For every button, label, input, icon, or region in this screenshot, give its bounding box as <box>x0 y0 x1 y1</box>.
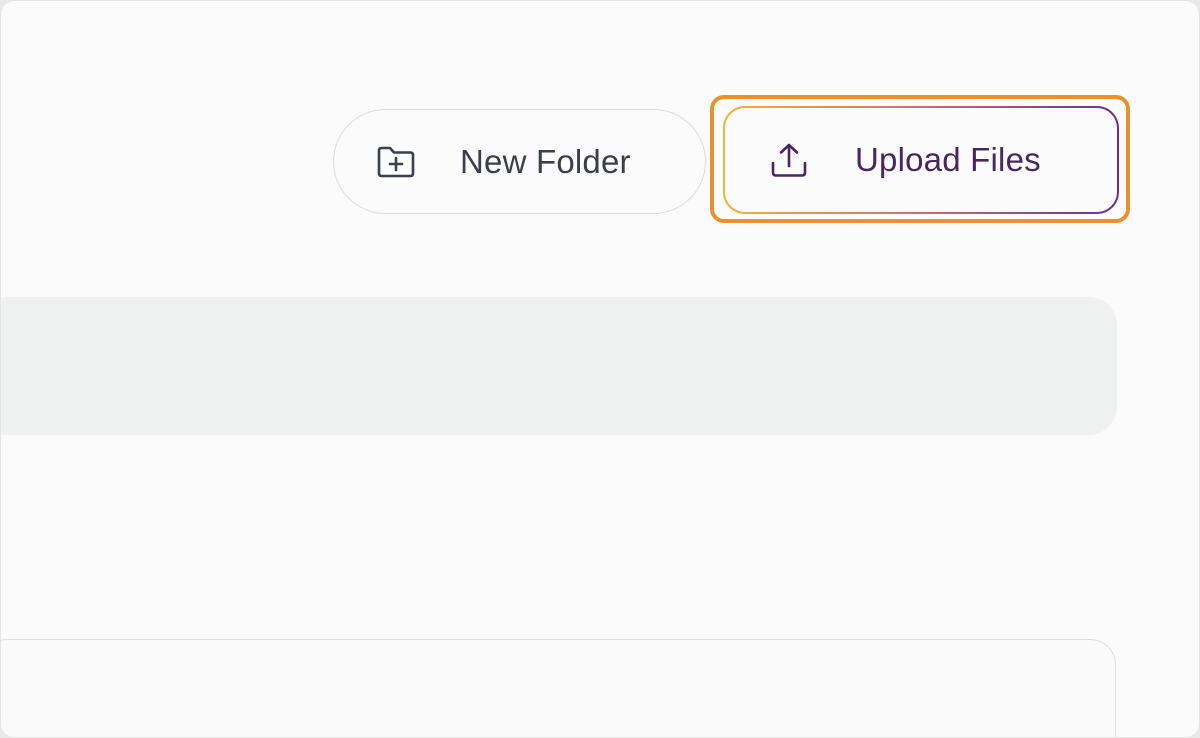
app-window: New Folder Upload Files <box>0 0 1200 738</box>
new-folder-button[interactable]: New Folder <box>333 109 706 214</box>
folder-plus-icon <box>376 145 416 179</box>
file-list-panel <box>1 639 1116 737</box>
upload-icon <box>769 141 809 179</box>
upload-files-label: Upload Files <box>855 141 1041 178</box>
upload-files-button[interactable]: Upload Files <box>723 106 1119 214</box>
new-folder-label: New Folder <box>460 142 631 180</box>
search-bar[interactable] <box>1 297 1117 435</box>
